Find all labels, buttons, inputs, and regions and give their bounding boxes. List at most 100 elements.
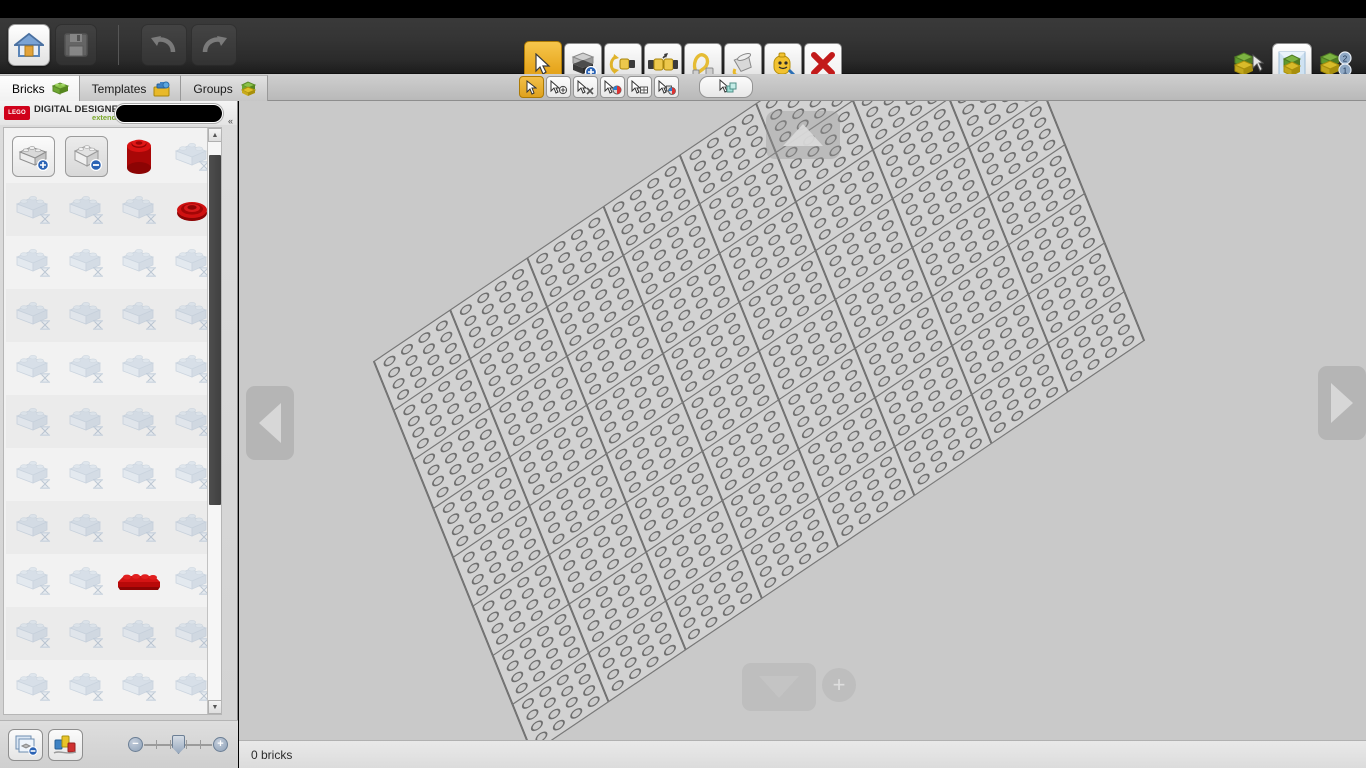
hourglass-icon <box>145 425 156 436</box>
scrollbar-thumb[interactable] <box>209 155 221 505</box>
brick-item-ghost[interactable] <box>112 183 165 236</box>
ghost-brick-icon <box>68 672 103 701</box>
hourglass-icon <box>39 213 50 224</box>
rotate-right-button[interactable] <box>1318 366 1366 440</box>
baseplate-stud <box>857 511 872 527</box>
brick-item-ghost[interactable] <box>112 395 165 448</box>
brick-item-ghost[interactable] <box>6 501 59 554</box>
brick-palette-view-button[interactable] <box>8 729 43 761</box>
brick-item-ghost[interactable] <box>59 236 112 289</box>
red-dish-brick-icon <box>176 201 207 221</box>
tab-bricks[interactable]: Bricks <box>0 75 80 101</box>
brick-item-ghost[interactable] <box>59 660 112 713</box>
select-same-shape-button[interactable] <box>573 76 598 98</box>
select-same-color-button[interactable] <box>600 76 625 98</box>
scroll-down-button[interactable]: ▼ <box>208 700 221 714</box>
logo-edition: extended <box>92 113 125 122</box>
undo-button[interactable] <box>141 24 187 66</box>
select-color-and-shape-button[interactable] <box>654 76 679 98</box>
hourglass-icon <box>145 213 156 224</box>
brick-item-ghost[interactable] <box>112 660 165 713</box>
brick-count-label: 0 bricks <box>251 747 293 762</box>
zoom-in-button[interactable]: + <box>213 737 228 752</box>
ghost-brick-icon <box>174 248 209 277</box>
zoom-out-button[interactable]: − <box>128 737 143 752</box>
brick-item-ghost[interactable] <box>59 554 112 607</box>
palette-scrollbar[interactable]: ▲ ▼ <box>207 128 221 714</box>
brick-item-ghost[interactable] <box>112 607 165 660</box>
baseplate[interactable] <box>372 101 1146 740</box>
hourglass-icon <box>92 266 103 277</box>
ghost-brick-icon <box>174 513 209 542</box>
ghost-brick-icon <box>68 354 103 383</box>
collapse-panel-button[interactable]: « <box>225 114 236 128</box>
cursor-color-icon <box>604 79 621 94</box>
brick-item-ghost[interactable] <box>6 660 59 713</box>
brick-item-ghost[interactable] <box>112 342 165 395</box>
baseplate-stud <box>933 460 949 476</box>
ghost-brick-icon <box>121 513 156 542</box>
red-x-icon <box>811 52 835 76</box>
ghost-brick-icon <box>174 566 209 595</box>
brick-search-input[interactable] <box>115 104 223 123</box>
rotate-left-button[interactable] <box>246 386 294 460</box>
ghost-brick-icon <box>68 566 103 595</box>
brick-item-ghost[interactable] <box>6 607 59 660</box>
brick-item-ghost[interactable] <box>6 448 59 501</box>
brick-item-ghost[interactable] <box>6 342 59 395</box>
tab-templates[interactable]: Templates <box>79 75 182 101</box>
brick-item-ghost[interactable] <box>59 289 112 342</box>
rotate-down-button[interactable] <box>742 663 816 711</box>
brick-item-ghost[interactable] <box>59 448 112 501</box>
brick-item-ghost[interactable] <box>59 183 112 236</box>
model-viewport[interactable]: + <box>239 101 1366 740</box>
redo-button[interactable] <box>191 24 237 66</box>
baseplate-stud <box>704 614 719 631</box>
brick-item-ghost[interactable] <box>112 289 165 342</box>
baseplate-stud <box>951 448 966 464</box>
ghost-brick-icon <box>121 354 156 383</box>
palette-zoom-slider[interactable]: − + <box>128 735 228 755</box>
select-single-button[interactable] <box>519 76 544 98</box>
ghost-brick-icon <box>15 619 50 648</box>
brick-item-ghost[interactable] <box>6 289 59 342</box>
hourglass-icon <box>145 266 156 277</box>
brick-item-ghost[interactable] <box>59 501 112 554</box>
add-brick-icon <box>18 145 49 171</box>
save-button[interactable] <box>55 24 97 66</box>
tab-bricks-label: Bricks <box>12 81 45 96</box>
brick-item-ghost[interactable] <box>59 607 112 660</box>
home-button[interactable] <box>8 24 50 66</box>
select-all-button[interactable] <box>699 76 753 98</box>
brick-item-red-cylinder[interactable] <box>112 130 165 183</box>
rotate-up-button[interactable] <box>766 111 840 159</box>
color-palette-button[interactable] <box>48 729 83 761</box>
hourglass-icon <box>92 425 103 436</box>
brick-item-ghost[interactable] <box>112 501 165 554</box>
select-connected-button[interactable] <box>546 76 571 98</box>
baseplate-stud <box>815 539 831 555</box>
scroll-up-button[interactable]: ▲ <box>208 128 221 142</box>
brick-item-red-slope[interactable] <box>112 554 165 607</box>
brick-add-item[interactable] <box>12 136 55 177</box>
brick-item-ghost[interactable] <box>112 236 165 289</box>
tab-groups[interactable]: Groups <box>181 75 268 101</box>
baseplate-stud <box>763 574 778 591</box>
brick-item-ghost[interactable] <box>6 236 59 289</box>
hourglass-icon <box>92 478 103 489</box>
brick-item-ghost[interactable] <box>6 554 59 607</box>
brick-item-ghost[interactable] <box>59 342 112 395</box>
ghost-brick-icon <box>121 407 156 436</box>
zoom-in-button[interactable]: + <box>822 668 856 702</box>
baseplate-stud <box>586 694 601 710</box>
select-same-size-button[interactable] <box>627 76 652 98</box>
brick-item-ghost[interactable] <box>6 183 59 236</box>
cursor-color-shape-icon <box>658 79 676 95</box>
brick-item-ghost[interactable] <box>59 395 112 448</box>
brick-remove-item[interactable] <box>65 136 108 177</box>
slider-handle[interactable] <box>172 735 185 754</box>
history-actions-group <box>141 24 241 66</box>
brick-item-ghost[interactable] <box>6 395 59 448</box>
brick-item-ghost[interactable] <box>112 448 165 501</box>
window-chrome <box>0 0 1366 18</box>
